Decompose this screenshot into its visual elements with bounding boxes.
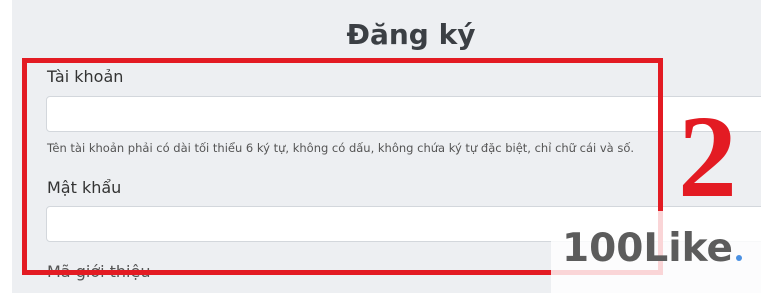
referral-code-label: Mã giới thiệu [47, 262, 151, 281]
step-number-annotation: 2 [678, 91, 737, 222]
password-label: Mật khẩu [47, 178, 122, 197]
username-label: Tài khoản [47, 67, 124, 86]
username-input[interactable] [46, 96, 761, 132]
page-title: Đăng ký [346, 18, 476, 51]
watermark-text: 100Like [562, 226, 733, 271]
watermark-logo: 100Like [562, 226, 742, 271]
username-help-text: Tên tài khoản phải có dài tối thiểu 6 ký… [47, 141, 635, 155]
watermark-dot-icon [735, 255, 742, 261]
